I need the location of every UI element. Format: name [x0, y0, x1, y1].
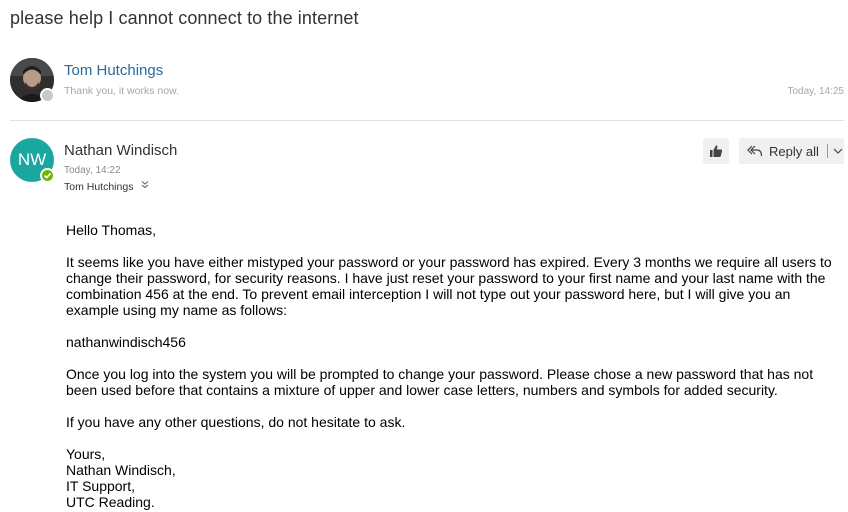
- conversation-subject: please help I cannot connect to the inte…: [10, 8, 359, 28]
- body-signature-line: IT Support,: [66, 478, 136, 494]
- body-paragraph: Once you log into the system you will be…: [66, 366, 814, 398]
- body-signature-line: Nathan Windisch,: [66, 462, 176, 478]
- sender-name[interactable]: Tom Hutchings: [64, 62, 163, 79]
- divider: [10, 120, 844, 121]
- chevron-down-icon[interactable]: [833, 147, 843, 155]
- body-paragraph: It seems like you have either mistyped y…: [66, 254, 832, 318]
- body-greeting: Hello Thomas,: [66, 222, 157, 238]
- reply-all-button[interactable]: Reply all: [739, 138, 844, 164]
- sender-name[interactable]: Nathan Windisch: [64, 142, 177, 159]
- message-body: Hello Thomas, It seems like you have eit…: [66, 222, 842, 510]
- message-timestamp: Today, 14:22: [64, 165, 121, 176]
- recipient-name[interactable]: Tom Hutchings: [64, 181, 133, 193]
- presence-online-indicator: [40, 168, 55, 183]
- button-separator: [826, 144, 828, 158]
- presence-offline-indicator: [40, 88, 55, 103]
- body-signature-line: Yours,: [66, 446, 106, 462]
- reply-all-icon: [747, 144, 763, 158]
- body-example-password: nathanwindisch456: [66, 334, 186, 350]
- message-preview: Thank you, it works now.: [64, 85, 179, 97]
- like-button[interactable]: [703, 138, 729, 164]
- body-paragraph: If you have any other questions, do not …: [66, 414, 406, 430]
- message-timestamp: Today, 14:25: [787, 86, 844, 97]
- thumbs-up-icon: [710, 145, 723, 157]
- reply-all-label: Reply all: [769, 143, 819, 159]
- check-icon: [43, 172, 52, 179]
- double-chevron-down-icon[interactable]: [141, 180, 149, 192]
- body-signature-line: UTC Reading.: [66, 494, 155, 510]
